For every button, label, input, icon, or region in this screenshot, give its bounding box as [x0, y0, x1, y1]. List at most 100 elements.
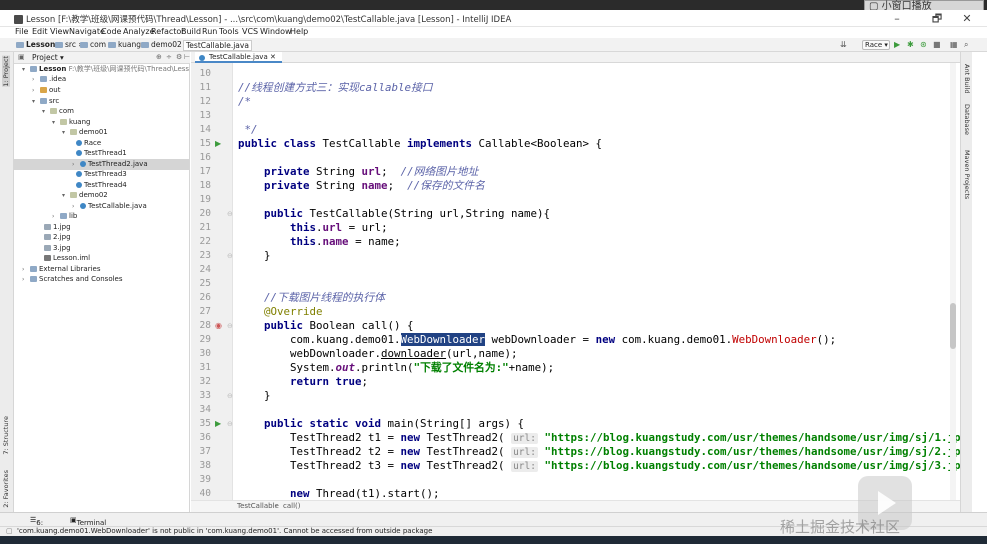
fold-marker-icon[interactable]: ⊖ — [227, 420, 233, 428]
fold-marker-icon[interactable]: ⊖ — [227, 392, 233, 400]
menu-edit[interactable]: Edit — [32, 27, 48, 36]
menu-refactor[interactable]: Refactor — [151, 27, 185, 36]
folder-icon — [141, 42, 149, 48]
tree-item-idea[interactable]: › .idea — [32, 74, 66, 85]
fold-marker-icon[interactable]: ⊖ — [227, 322, 233, 330]
tool-favorites[interactable]: 2: Favorites — [2, 470, 10, 508]
line-number: 40 — [199, 488, 211, 499]
run-config-select[interactable]: Race ▾ — [862, 40, 890, 50]
crumb-com[interactable]: com › — [80, 40, 111, 49]
collapse-icon[interactable]: ÷ — [166, 53, 172, 61]
navigation-bar: Lesson › src › com › kuang › demo02 › Te… — [0, 38, 987, 52]
right-tool-strip: Ant Build Database Maven Projects — [960, 52, 972, 512]
code-line-20: public TestCallable(String url,String na… — [264, 207, 551, 220]
line-number: 21 — [199, 222, 211, 233]
coverage-icon[interactable]: ⊛ — [920, 41, 927, 49]
fold-marker-icon[interactable]: ⊖ — [227, 252, 233, 260]
menu-analyze[interactable]: Analyze — [123, 27, 155, 36]
line-number: 39 — [199, 474, 211, 485]
search-icon[interactable]: ⌕ — [964, 41, 968, 49]
run-main-gutter-icon[interactable]: ▶ — [215, 419, 221, 428]
run-class-gutter-icon[interactable]: ▶ — [215, 139, 221, 148]
line-number: 30 — [199, 348, 211, 359]
source-folder-icon — [40, 98, 47, 104]
close-button[interactable]: ✕ — [956, 12, 978, 26]
tool-ant-build[interactable]: Ant Build — [963, 64, 971, 94]
project-structure-icon[interactable]: ▦ — [950, 41, 958, 49]
menu-help[interactable]: Help — [290, 27, 308, 36]
class-icon — [199, 55, 205, 61]
menu-run[interactable]: Run — [202, 27, 217, 36]
editor-scrollbar-track[interactable] — [950, 63, 956, 500]
editor-scrollbar-thumb[interactable] — [950, 303, 956, 349]
crumb-testcallable[interactable]: TestCallable.java — [183, 40, 252, 51]
menu-vcs[interactable]: VCS — [242, 27, 258, 36]
class-icon — [76, 171, 82, 177]
menu-tools[interactable]: Tools — [219, 27, 239, 36]
tab-testcallable[interactable]: TestCallable.java ✕ — [195, 52, 282, 63]
folder-icon — [80, 42, 88, 48]
code-line-27: @Override — [264, 305, 323, 318]
override-gutter-icon[interactable]: ◉ — [215, 321, 222, 330]
status-toggle-icon[interactable]: ▢ — [6, 527, 13, 535]
build-hammer-icon[interactable]: ⇊ — [840, 41, 847, 49]
line-number: 28 — [199, 320, 211, 331]
hide-icon[interactable]: ⊢ — [184, 53, 190, 61]
code-line-14: */ — [238, 123, 258, 136]
debug-icon[interactable]: ✱ — [907, 41, 914, 49]
tree-item-testthread3[interactable]: TestThread3 — [76, 169, 127, 180]
left-tool-strip: 1: Project 7: Structure 2: Favorites — [0, 52, 14, 512]
code-line-40: new Thread(t1).start(); — [290, 487, 440, 500]
selected-token[interactable]: WebDownloader — [400, 333, 486, 346]
fold-marker-icon[interactable]: ⊖ — [227, 210, 233, 218]
locate-icon[interactable]: ⊕ — [156, 53, 162, 61]
tree-item-out[interactable]: › out — [32, 85, 60, 96]
menu-build[interactable]: Build — [181, 27, 201, 36]
code-editor[interactable]: 10 11 12 13 14 15 16 17 18 19 20 21 22 2… — [191, 63, 960, 500]
package-icon — [70, 129, 77, 135]
package-icon — [70, 192, 77, 198]
crumb-method[interactable]: call() — [283, 502, 301, 510]
tree-item-lib[interactable]: › lib — [52, 211, 77, 222]
code-line-23: } — [264, 249, 271, 262]
menu-window[interactable]: Window — [260, 27, 292, 36]
terminal-tool-button[interactable]: ▣ Terminal — [70, 516, 106, 527]
code-line-33: } — [264, 389, 271, 402]
tree-item-testthread1[interactable]: TestThread1 — [76, 148, 127, 159]
line-number: 24 — [199, 264, 211, 275]
crumb-src[interactable]: src › — [55, 40, 81, 49]
menu-navigate[interactable]: Navigate — [69, 27, 105, 36]
crumb-demo02[interactable]: demo02 › — [141, 40, 187, 49]
line-number: 33 — [199, 390, 211, 401]
menu-file[interactable]: File — [15, 27, 28, 36]
tool-project[interactable]: 1: Project — [2, 56, 10, 87]
tool-structure[interactable]: 7: Structure — [2, 416, 10, 455]
tool-database[interactable]: Database — [963, 104, 971, 135]
tree-item-demo01[interactable]: ▾ demo01 — [62, 127, 108, 138]
maximize-button[interactable]: 🗗 — [926, 12, 948, 26]
code-line-32: return true; — [290, 375, 369, 388]
line-number: 20 — [199, 208, 211, 219]
menu-view[interactable]: View — [50, 27, 69, 36]
tree-item-lesson-iml[interactable]: Lesson.iml — [44, 253, 90, 264]
run-icon[interactable]: ▶ — [894, 41, 900, 49]
menu-code[interactable]: Code — [101, 27, 121, 36]
project-panel-title[interactable]: Project ▾ — [32, 53, 64, 62]
tree-item-com[interactable]: ▾ com — [42, 106, 74, 117]
settings-gear-icon[interactable]: ⚙ — [176, 53, 182, 61]
folder-icon — [60, 213, 67, 219]
module-file-icon — [44, 255, 51, 261]
crumb-class[interactable]: TestCallable — [237, 502, 279, 510]
package-icon — [60, 119, 67, 125]
todo-tool-button[interactable]: ☰ 6: TODO — [30, 516, 57, 535]
tree-item-demo02[interactable]: ▾ demo02 — [62, 190, 108, 201]
tool-maven-projects[interactable]: Maven Projects — [963, 150, 971, 199]
tree-item-scratches[interactable]: › Scratches and Consoles — [22, 274, 123, 285]
stop-icon[interactable]: ■ — [933, 41, 941, 49]
tree-item-2jpg[interactable]: 2.jpg — [44, 232, 71, 243]
minimize-button[interactable]: – — [886, 12, 908, 26]
tree-item-testcallable[interactable]: › TestCallable.java — [72, 201, 147, 212]
crumb-lesson[interactable]: Lesson › — [16, 40, 61, 49]
code-line-31: System.out.println("下载了文件名为:"+name); — [290, 361, 555, 374]
editor-breadcrumb: TestCallable › call() — [191, 500, 960, 512]
